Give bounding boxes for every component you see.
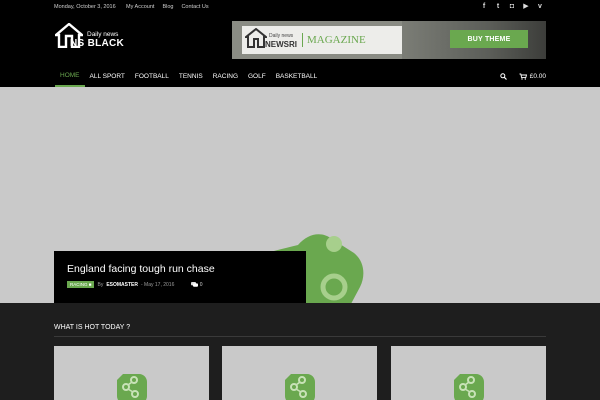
nav-item-all-sport[interactable]: ALL SPORT	[85, 65, 130, 87]
nav-tools: £0.00	[500, 65, 546, 87]
current-date: Monday, October 3, 2016	[54, 4, 116, 10]
post-card[interactable]	[222, 346, 377, 400]
banner-magazine-label: MAGAZINE	[307, 34, 366, 46]
banner-logo-panel: Daily news NEWSRI MAGAZINE	[242, 26, 402, 54]
cart-icon	[519, 73, 527, 80]
placeholder-image-icon	[454, 374, 484, 400]
cart-button[interactable]: £0.00	[519, 73, 546, 80]
buy-theme-button[interactable]: BUY THEME	[450, 30, 528, 48]
placeholder-image-icon	[285, 374, 315, 400]
featured-post[interactable]: England facing tough run chase RACING ■ …	[0, 87, 600, 303]
comment-count[interactable]: 0	[191, 281, 203, 288]
banner-divider	[302, 33, 303, 47]
category-label: RACING	[70, 282, 88, 287]
social-links: f t ◘ ▶ v	[481, 3, 543, 11]
featured-caption: England facing tough run chase RACING ■ …	[54, 251, 306, 303]
nav-item-football[interactable]: FOOTBALL	[130, 65, 174, 87]
contact-us-link[interactable]: Contact Us	[181, 4, 208, 10]
my-account-link[interactable]: My Account	[126, 4, 154, 10]
main-nav: HOME ALL SPORT FOOTBALL TENNIS RACING GO…	[0, 65, 600, 87]
blog-link[interactable]: Blog	[162, 4, 173, 10]
post-card[interactable]	[54, 346, 209, 400]
featured-title[interactable]: England facing tough run chase	[67, 263, 215, 275]
banner-house-icon	[245, 28, 267, 48]
category-badge[interactable]: RACING ■	[67, 281, 95, 288]
nav-item-basketball[interactable]: BASKETBALL	[271, 65, 323, 87]
section-title: WHAT IS HOT TODAY ?	[54, 324, 131, 331]
post-meta: RACING ■ By ESOMASTER - May 17, 2016 0	[67, 281, 203, 288]
hot-today-section: WHAT IS HOT TODAY ?	[0, 303, 600, 400]
logo-tagline: Daily news	[87, 31, 119, 38]
nav-items: HOME ALL SPORT FOOTBALL TENNIS RACING GO…	[55, 65, 322, 87]
placeholder-image-icon	[117, 374, 147, 400]
section-divider	[54, 336, 546, 337]
ad-banner[interactable]: Daily news NEWSRI MAGAZINE BUY THEME	[232, 21, 546, 59]
nav-item-home[interactable]: HOME	[55, 65, 85, 87]
post-card[interactable]	[391, 346, 546, 400]
site-logo[interactable]: Daily news NS BLACK	[55, 23, 125, 51]
cart-total: £0.00	[529, 72, 546, 80]
search-icon[interactable]	[500, 72, 507, 80]
banner-tagline: Daily news	[269, 33, 294, 39]
comment-icon	[191, 281, 199, 287]
top-bar: Monday, October 3, 2016 My Account Blog …	[0, 0, 600, 15]
post-date: - May 17, 2016	[141, 281, 175, 288]
nav-item-tennis[interactable]: TENNIS	[174, 65, 208, 87]
nav-item-golf[interactable]: GOLF	[243, 65, 271, 87]
youtube-icon[interactable]: ▶	[523, 3, 529, 11]
vimeo-icon[interactable]: v	[537, 3, 543, 11]
site-header: Daily news NS BLACK Daily news NEWSRI MA…	[0, 15, 600, 65]
nav-item-racing[interactable]: RACING	[208, 65, 243, 87]
facebook-icon[interactable]: f	[481, 3, 487, 11]
banner-brand: NEWSRI	[265, 40, 297, 49]
by-label: By	[97, 281, 104, 288]
author-link[interactable]: ESOMASTER	[106, 282, 138, 288]
logo-name: NS BLACK	[70, 38, 125, 49]
comment-count-value: 0	[199, 281, 203, 288]
instagram-icon[interactable]: ◘	[509, 3, 515, 11]
top-links: My Account Blog Contact Us	[126, 4, 209, 10]
twitter-icon[interactable]: t	[495, 3, 501, 11]
